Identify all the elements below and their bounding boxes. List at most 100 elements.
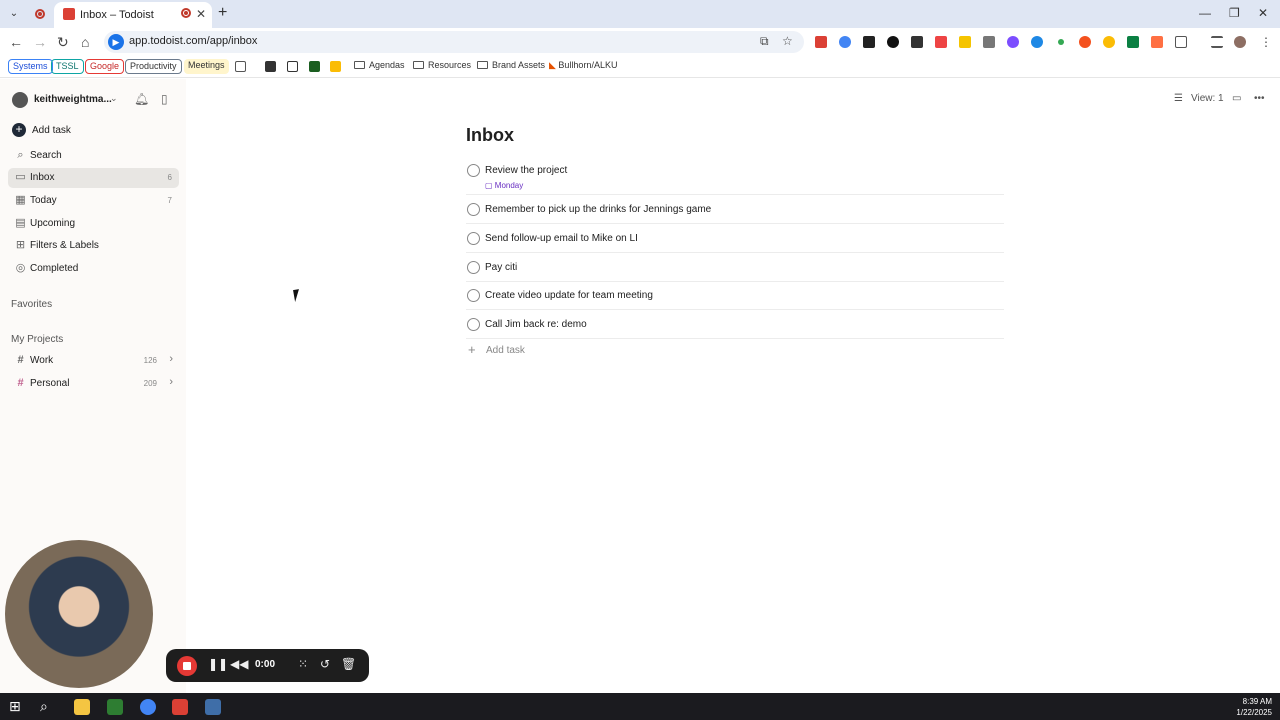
browser-menu-icon[interactable]: ⋮ bbox=[1260, 36, 1272, 48]
task-due-date[interactable]: ▢ Monday bbox=[485, 181, 523, 190]
tab-close-icon[interactable]: ✕ bbox=[196, 7, 206, 21]
restart-icon[interactable]: ↺ bbox=[320, 657, 330, 671]
task-row[interactable]: Send follow-up email to Mike on LI bbox=[466, 229, 1004, 253]
comment-icon[interactable]: ▭ bbox=[1232, 93, 1241, 104]
bell-icon[interactable]: 🔔︎ bbox=[134, 92, 149, 106]
task-row[interactable]: Remember to pick up the drinks for Jenni… bbox=[466, 200, 1004, 224]
extension-icon[interactable] bbox=[1031, 36, 1043, 48]
task-text[interactable]: Send follow-up email to Mike on LI bbox=[485, 233, 638, 244]
bookmark-grid-icon[interactable] bbox=[235, 61, 246, 72]
window-close-icon[interactable]: ✕ bbox=[1258, 6, 1268, 20]
bookmark-brand-assets[interactable]: Brand Assets bbox=[473, 59, 549, 74]
extension-icon[interactable] bbox=[815, 36, 827, 48]
new-tab-icon[interactable]: + bbox=[218, 4, 227, 22]
extension-icon[interactable] bbox=[1103, 36, 1115, 48]
extension-icon[interactable] bbox=[1151, 36, 1163, 48]
home-icon[interactable]: ⌂ bbox=[81, 34, 89, 50]
extension-icon[interactable] bbox=[839, 36, 851, 48]
system-clock[interactable]: 8:39 AM 1/22/2025 bbox=[1236, 696, 1272, 718]
app-icon[interactable] bbox=[107, 699, 123, 715]
rewind-icon[interactable]: ◀◀ bbox=[230, 657, 248, 671]
grid-icon[interactable]: ⁙ bbox=[298, 657, 308, 671]
extension-icon[interactable] bbox=[959, 36, 971, 48]
extensions-puzzle-icon[interactable] bbox=[1175, 36, 1187, 48]
sidebar-item-completed[interactable]: ◎ Completed bbox=[8, 259, 179, 279]
bookmark-bullhorn[interactable]: ◣ Bullhorn/ALKU bbox=[545, 59, 621, 74]
recording-controls: ❚❚ ◀◀ 0:00 ⁙ ↺ 🗑︎ bbox=[166, 649, 369, 682]
task-text[interactable]: Pay citi bbox=[485, 262, 517, 273]
project-personal[interactable]: # Personal 209 › bbox=[8, 374, 179, 394]
tab-search-icon[interactable]: ⌄ bbox=[6, 6, 22, 22]
sidebar-item-search[interactable]: ⌕ Search bbox=[8, 146, 179, 166]
bookmark-productivity[interactable]: Productivity bbox=[125, 59, 182, 74]
calculator-icon[interactable] bbox=[205, 699, 221, 715]
extension-icon[interactable] bbox=[935, 36, 947, 48]
bookmark-agendas[interactable]: Agendas bbox=[350, 59, 409, 74]
reload-icon[interactable]: ↻ bbox=[57, 34, 69, 51]
search-icon[interactable]: ⌕ bbox=[40, 698, 48, 715]
sidebar-item-filters[interactable]: ⊞ Filters & Labels bbox=[8, 236, 179, 256]
recording-tab[interactable] bbox=[30, 5, 50, 23]
chevron-right-icon[interactable]: › bbox=[169, 376, 173, 388]
tab-todoist-inbox[interactable]: Inbox – Todoist ✕ bbox=[54, 2, 212, 28]
task-row[interactable]: Create video update for team meeting bbox=[466, 286, 1004, 310]
chrome-icon[interactable] bbox=[140, 699, 156, 715]
media-control-icon[interactable] bbox=[1211, 36, 1223, 48]
site-info-icon[interactable]: ▶ bbox=[108, 34, 124, 50]
extension-icon[interactable] bbox=[863, 36, 875, 48]
bookmark-calendar-icon[interactable] bbox=[287, 61, 298, 72]
bookmark-systems[interactable]: Systems bbox=[8, 59, 53, 74]
task-text[interactable]: Call Jim back re: demo bbox=[485, 319, 587, 330]
task-checkbox[interactable] bbox=[467, 164, 480, 177]
minimize-icon[interactable]: — bbox=[1199, 6, 1211, 20]
task-checkbox[interactable] bbox=[467, 318, 480, 331]
windows-start-icon[interactable]: ⊞ bbox=[9, 698, 21, 715]
extension-icon[interactable] bbox=[983, 36, 995, 48]
task-row[interactable]: Pay citi bbox=[466, 258, 1004, 282]
sidebar-toggle-icon[interactable]: ▯ bbox=[161, 92, 168, 106]
bookmark-drive-icon[interactable] bbox=[330, 61, 341, 72]
task-text[interactable]: Review the project bbox=[485, 165, 567, 176]
extension-icon[interactable] bbox=[1007, 36, 1019, 48]
task-text[interactable]: Remember to pick up the drinks for Jenni… bbox=[485, 204, 711, 215]
task-checkbox[interactable] bbox=[467, 289, 480, 302]
project-work[interactable]: # Work 126 › bbox=[8, 351, 179, 371]
extension-icon[interactable] bbox=[887, 36, 899, 48]
bookmark-tssl[interactable]: TSSL bbox=[51, 59, 84, 74]
extension-icon[interactable] bbox=[911, 36, 923, 48]
back-icon[interactable]: ← bbox=[9, 34, 23, 50]
bookmark-resources[interactable]: Resources bbox=[409, 59, 475, 74]
extension-icon[interactable] bbox=[1127, 36, 1139, 48]
bookmark-meetings[interactable]: Meetings bbox=[184, 59, 229, 74]
bookmark-google[interactable]: Google bbox=[85, 59, 125, 74]
sidebar-item-today[interactable]: ▦ Today 7 bbox=[8, 191, 179, 211]
sidebar-item-upcoming[interactable]: ▤ Upcoming bbox=[8, 214, 179, 234]
bookmark-star-icon[interactable]: ☆ bbox=[782, 34, 793, 48]
task-row[interactable]: Review the project ▢ Monday bbox=[466, 161, 1004, 195]
trash-icon[interactable]: 🗑︎ bbox=[341, 657, 356, 671]
todoist-icon[interactable] bbox=[172, 699, 188, 715]
task-checkbox[interactable] bbox=[467, 261, 480, 274]
task-row[interactable]: Call Jim back re: demo bbox=[466, 315, 1004, 339]
task-text[interactable]: Create video update for team meeting bbox=[485, 290, 653, 301]
file-explorer-icon[interactable] bbox=[74, 699, 90, 715]
stop-recording-button[interactable] bbox=[177, 656, 197, 676]
task-checkbox[interactable] bbox=[467, 203, 480, 216]
chevron-right-icon[interactable]: › bbox=[169, 353, 173, 365]
bookmark-s-icon[interactable] bbox=[309, 61, 320, 72]
restore-icon[interactable]: ❐ bbox=[1229, 6, 1240, 20]
open-in-app-icon[interactable]: ⧉ bbox=[760, 34, 769, 49]
bookmark-cap-icon[interactable] bbox=[265, 61, 276, 72]
extension-icon[interactable] bbox=[1058, 39, 1064, 45]
pause-icon[interactable]: ❚❚ bbox=[208, 657, 228, 671]
sliders-icon[interactable]: ☰ bbox=[1174, 93, 1183, 104]
profile-avatar[interactable] bbox=[1234, 36, 1246, 48]
view-button[interactable]: View: 1 bbox=[1191, 93, 1224, 104]
address-bar[interactable]: ▶ app.todoist.com/app/inbox ⧉ ☆ bbox=[104, 31, 804, 53]
my-projects-heading[interactable]: My Projects bbox=[11, 334, 63, 345]
sidebar-item-inbox[interactable]: ▭ Inbox 6 bbox=[8, 168, 179, 188]
more-options-icon[interactable]: ••• bbox=[1254, 93, 1265, 104]
forward-icon[interactable]: → bbox=[33, 34, 47, 50]
extension-icon[interactable] bbox=[1079, 36, 1091, 48]
task-checkbox[interactable] bbox=[467, 232, 480, 245]
